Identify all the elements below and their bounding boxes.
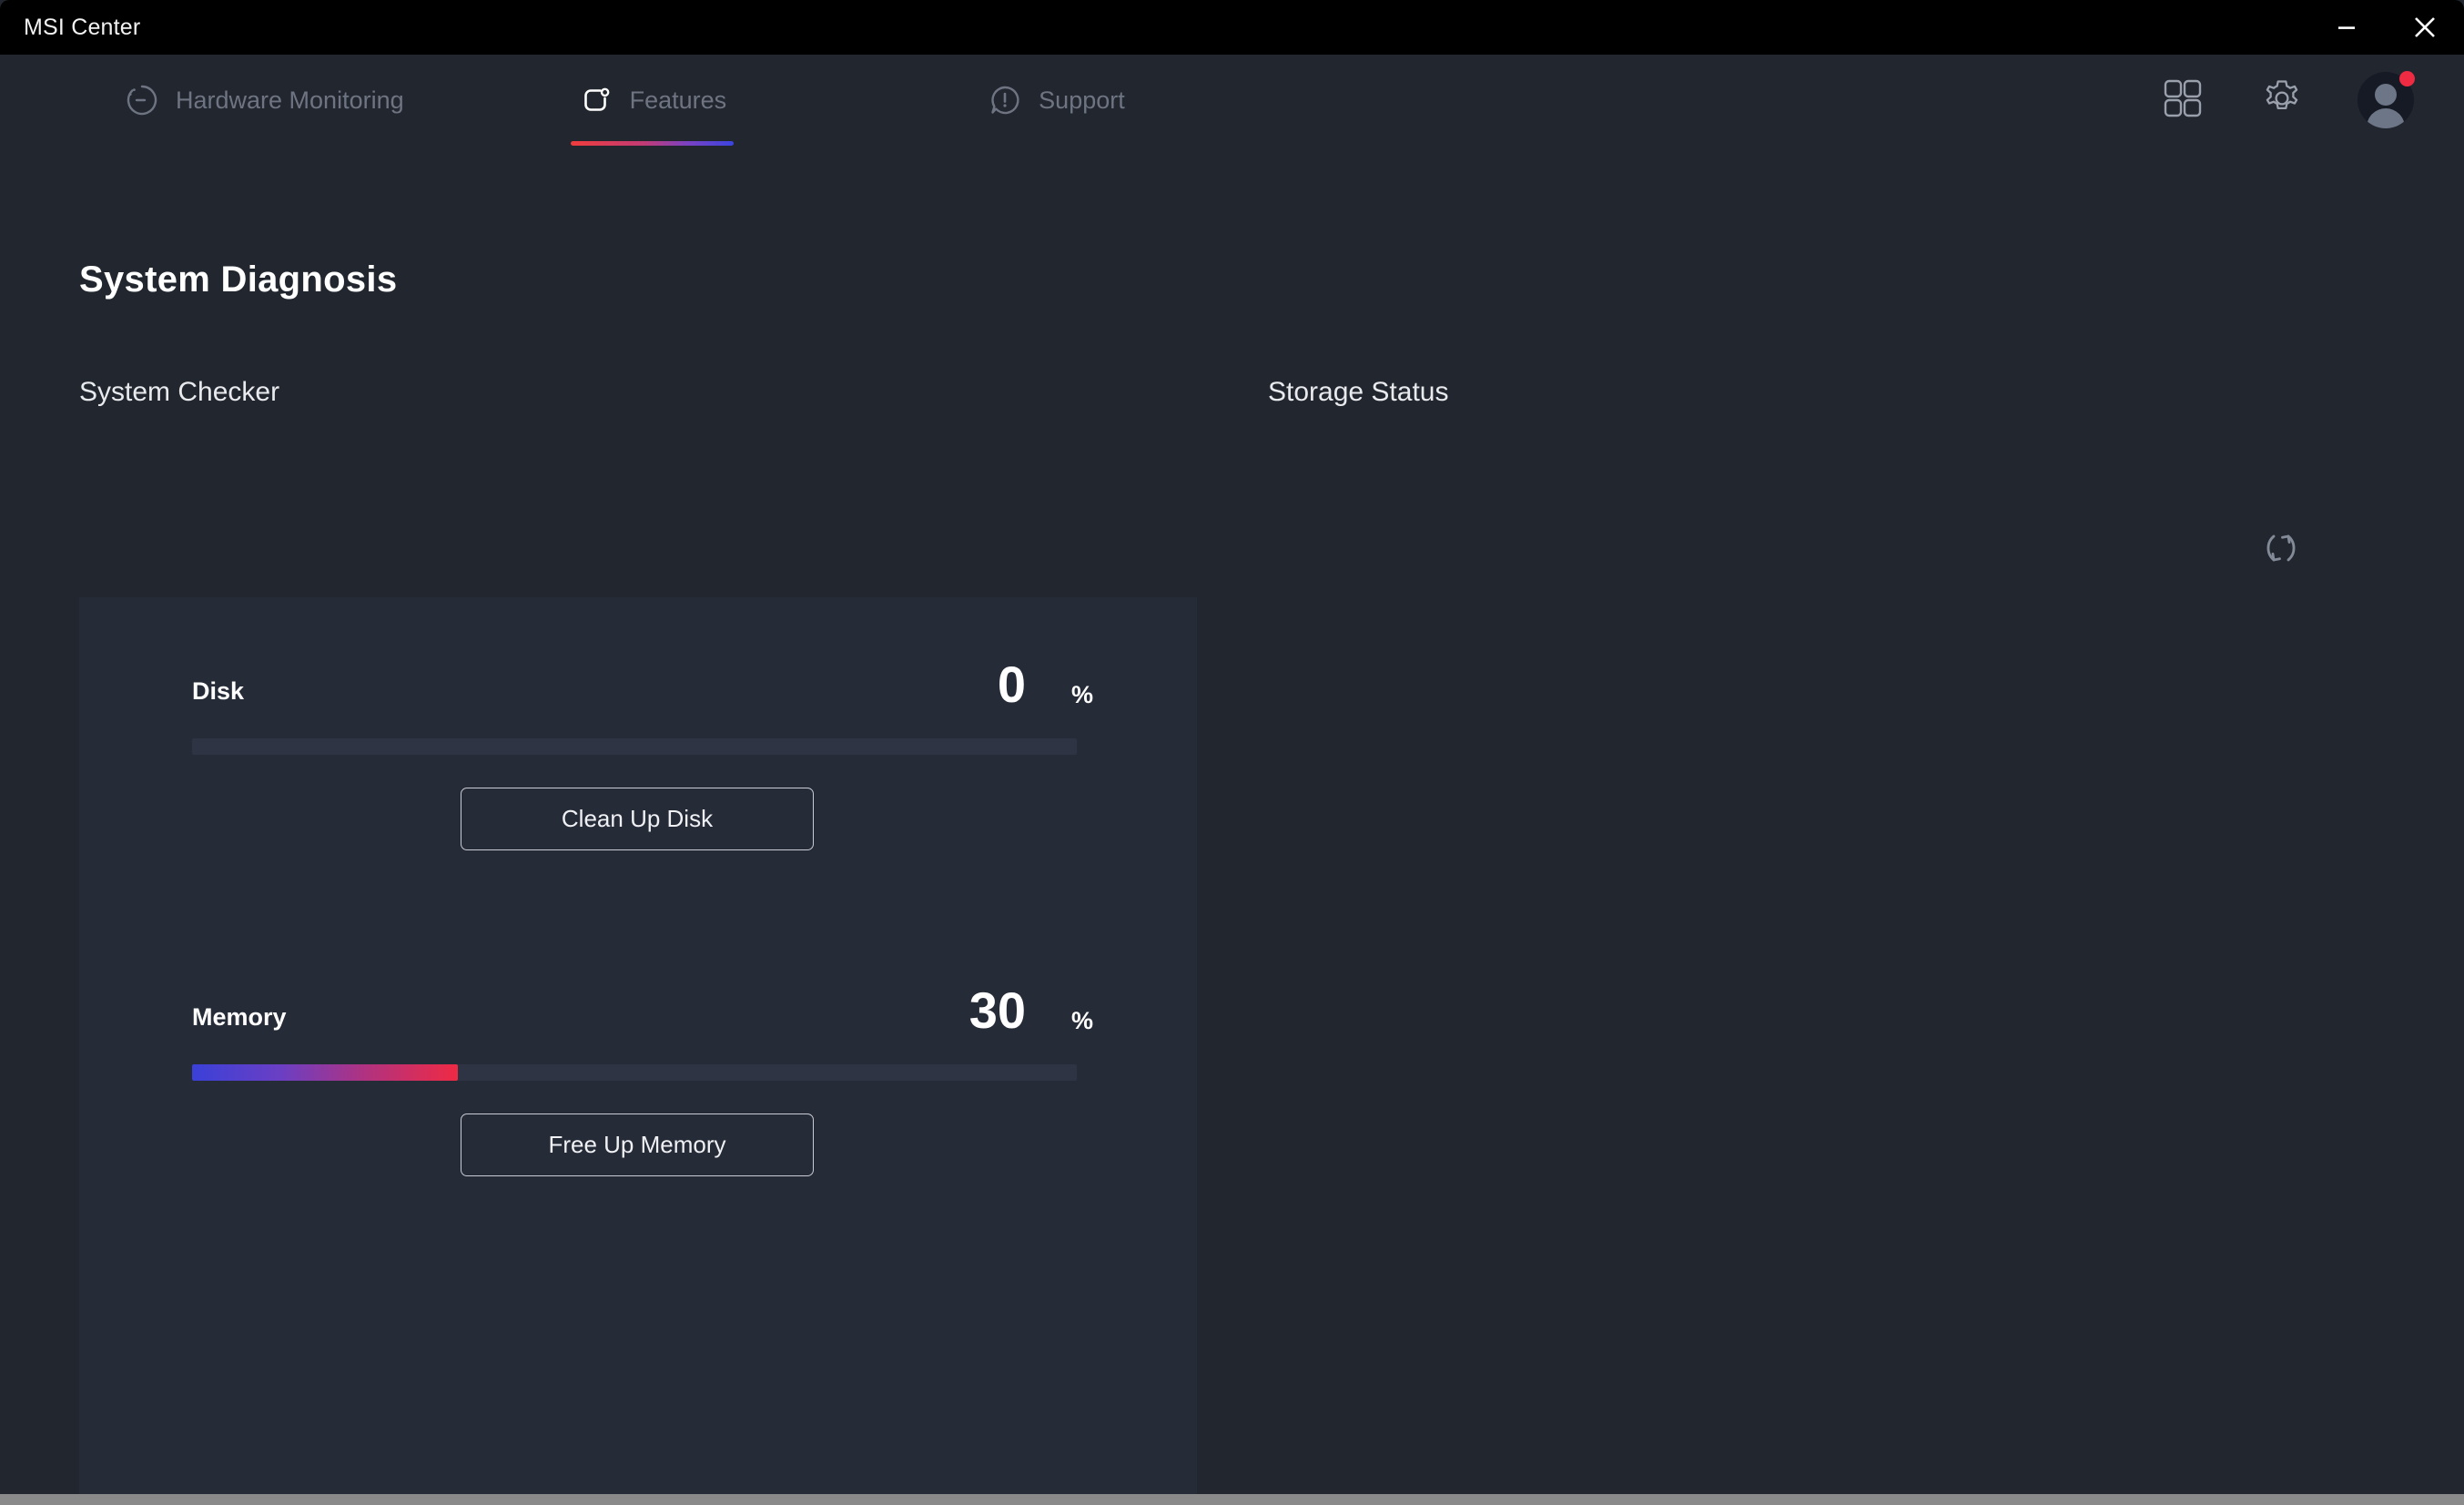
main-navigation: Hardware Monitoring Features xyxy=(0,55,2464,162)
free-up-memory-button[interactable]: Free Up Memory xyxy=(461,1113,814,1176)
metric-memory-label: Memory xyxy=(192,1003,287,1032)
refresh-icon xyxy=(2257,524,2305,576)
avatar-head xyxy=(2375,84,2397,106)
close-button[interactable] xyxy=(2386,0,2464,55)
metric-memory-progress-fill xyxy=(192,1064,458,1081)
clean-up-disk-button[interactable]: Clean Up Disk xyxy=(461,788,814,850)
storage-refresh-button[interactable] xyxy=(2257,526,2305,574)
active-tab-underline xyxy=(571,141,735,146)
app-square-icon xyxy=(578,82,614,118)
metric-memory-progress-track xyxy=(192,1064,1077,1081)
metric-memory-unit: % xyxy=(1071,1007,1093,1035)
metric-disk-value: 0 xyxy=(889,655,1026,714)
window-controls xyxy=(2307,0,2464,55)
tab-features-label: Features xyxy=(630,86,727,115)
apps-grid-button[interactable] xyxy=(2159,75,2206,127)
title-bar: MSI Center xyxy=(0,0,2464,55)
avatar-body xyxy=(2367,108,2405,128)
storage-status-heading: Storage Status xyxy=(1268,377,1448,408)
system-checker-heading: System Checker xyxy=(79,377,279,408)
notification-dot xyxy=(2399,71,2415,86)
close-icon xyxy=(2409,12,2440,43)
minimize-icon xyxy=(2334,15,2359,40)
minimize-button[interactable] xyxy=(2307,0,2386,55)
tab-hardware-monitoring-label: Hardware Monitoring xyxy=(176,86,404,115)
speech-bubble-alert-icon xyxy=(987,82,1023,118)
tab-support-label: Support xyxy=(1039,86,1125,115)
tab-hardware-monitoring[interactable]: Hardware Monitoring xyxy=(117,55,411,162)
nav-tab-list: Hardware Monitoring Features xyxy=(0,55,1132,162)
nav-right-actions xyxy=(2159,55,2464,146)
account-button[interactable] xyxy=(2358,72,2414,128)
metric-memory-value: 30 xyxy=(889,981,1026,1040)
metric-disk-label: Disk xyxy=(192,677,244,706)
system-checker-card: Disk 0 % Clean Up Disk Memory 30 % Free … xyxy=(79,597,1197,1500)
gear-icon xyxy=(2256,73,2307,128)
tab-features[interactable]: Features xyxy=(571,55,735,162)
metric-disk-unit: % xyxy=(1071,681,1093,709)
window-title: MSI Center xyxy=(24,15,140,41)
apps-grid-icon xyxy=(2159,75,2206,127)
page-title: System Diagnosis xyxy=(79,259,397,300)
metric-disk-progress-track xyxy=(192,738,1077,755)
settings-button[interactable] xyxy=(2256,73,2307,128)
page-content: System Diagnosis System Checker Storage … xyxy=(0,162,2464,1500)
msi-center-window: MSI Center xyxy=(0,0,2464,1500)
gauge-icon xyxy=(124,82,160,118)
tab-support[interactable]: Support xyxy=(979,55,1132,162)
window-bottom-edge xyxy=(0,1494,2464,1500)
